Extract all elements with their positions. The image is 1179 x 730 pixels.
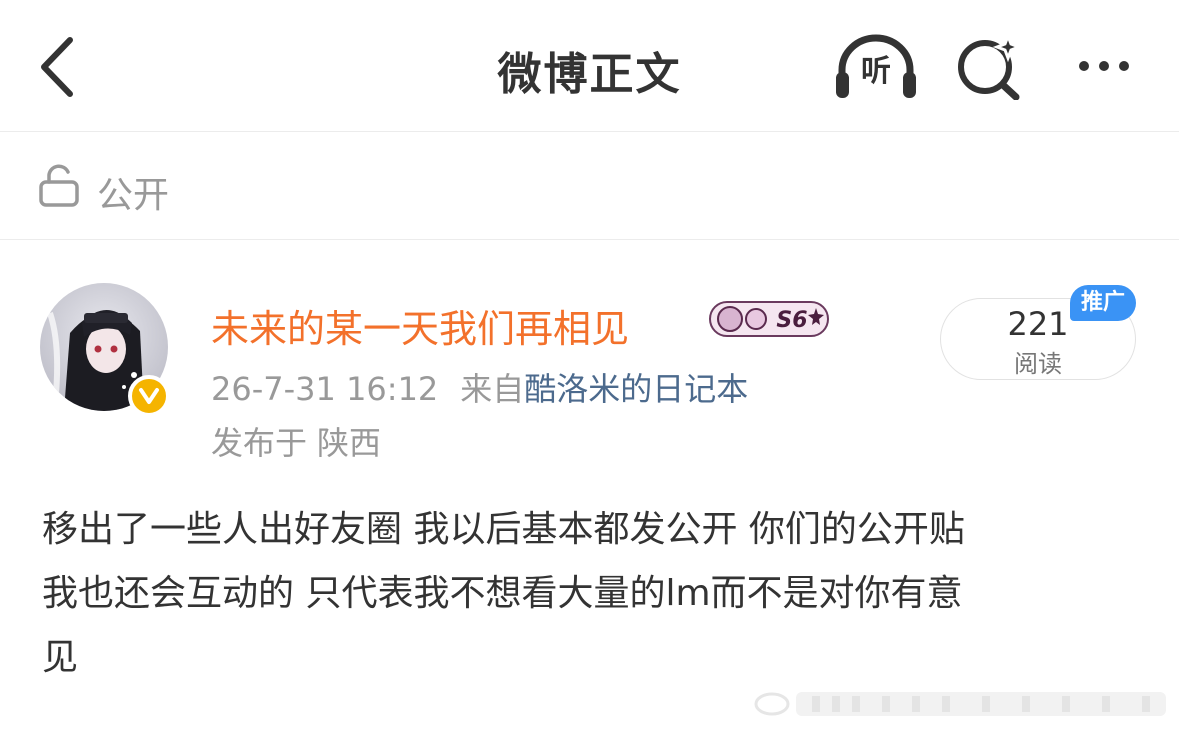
search-button[interactable] xyxy=(952,31,1026,101)
more-dots-icon xyxy=(1119,61,1129,71)
post-text-line: 移出了一些人出好友圈 我以后基本都发公开 你们的公开贴 xyxy=(42,509,965,550)
unlock-icon xyxy=(39,164,79,207)
sparkle-search-icon xyxy=(958,31,1024,101)
listen-label: 听 xyxy=(861,54,891,89)
post-location: 发布于 陕西 xyxy=(211,418,381,464)
visibility-label: 公开 xyxy=(97,175,170,216)
post-time: 26-7-31 16:12 xyxy=(211,370,439,408)
vip-badge-graphic: S6 xyxy=(709,301,829,337)
vip-badge-text: S6 xyxy=(776,308,807,333)
top-navbar: 微博正文 听 xyxy=(0,0,1179,132)
more-dots-icon xyxy=(1099,61,1109,71)
post-text-line: 我也还会互动的 只代表我不想看大量的lm而不是对你有意 xyxy=(42,573,963,614)
listen-button[interactable]: 听 xyxy=(832,32,920,102)
post-text: 移出了一些人出好友圈 我以后基本都发公开 你们的公开贴 我也还会互动的 只代表我… xyxy=(42,498,1132,690)
source-link[interactable]: 酷洛米的日记本 xyxy=(524,370,748,408)
more-button[interactable] xyxy=(1064,40,1144,92)
verified-v-icon xyxy=(139,388,159,404)
location-prefix: 发布于 xyxy=(211,424,308,462)
promote-badge[interactable]: 推广 xyxy=(1070,285,1136,321)
visibility-bar xyxy=(0,133,1179,240)
author-name[interactable]: 未来的某一天我们再相见 xyxy=(211,298,629,353)
vip-badge[interactable]: S6 xyxy=(708,298,832,340)
watermark-graphic xyxy=(754,692,1166,716)
from-label: 来自 xyxy=(460,370,525,408)
verified-badge xyxy=(128,375,170,417)
post-meta: 26-7-31 16:12 来自酷洛米的日记本 xyxy=(211,364,748,410)
more-dots-icon xyxy=(1079,61,1089,71)
read-label: 阅读 xyxy=(1014,350,1062,378)
location-value: 陕西 xyxy=(317,424,382,462)
